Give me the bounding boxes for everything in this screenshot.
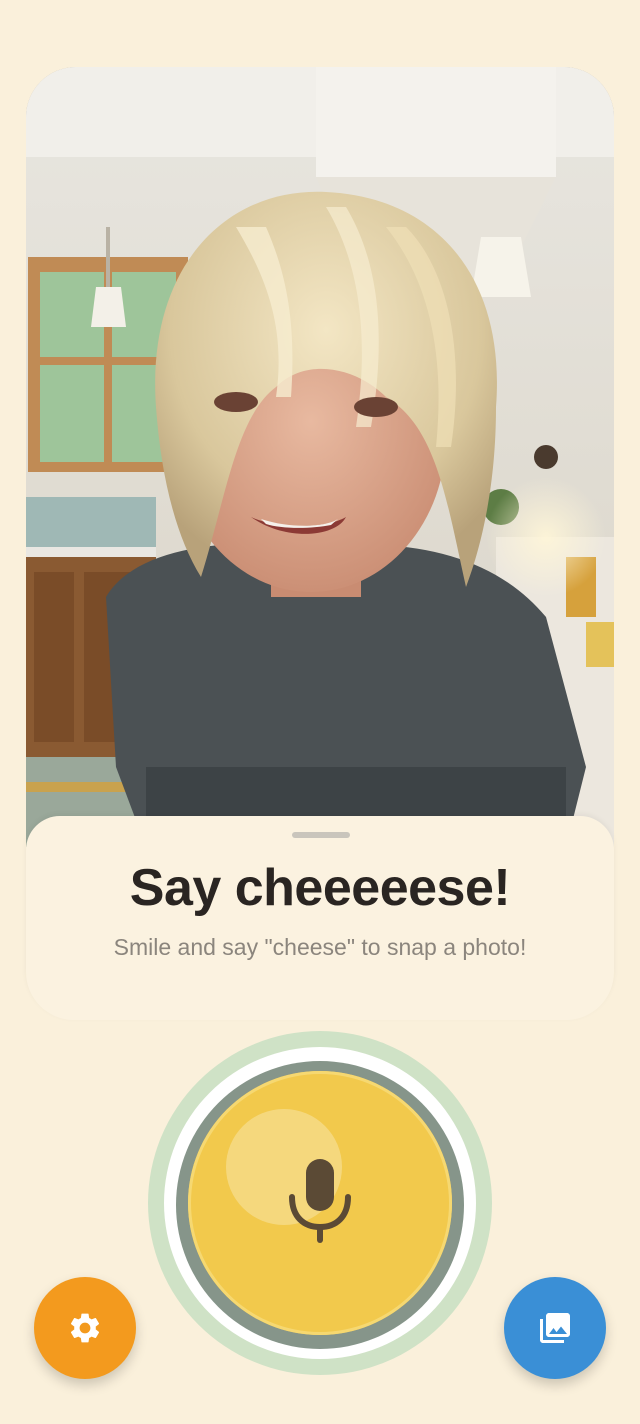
camera-feed-image <box>26 67 614 847</box>
gear-icon <box>70 1313 100 1343</box>
prompt-card: Say cheeeeese! Smile and say "cheese" to… <box>26 816 614 1020</box>
app-screen: Say cheeeeese! Smile and say "cheese" to… <box>0 0 640 1424</box>
drag-handle[interactable] <box>292 832 350 838</box>
gallery-button[interactable] <box>504 1277 606 1379</box>
microphone-icon <box>288 1159 352 1245</box>
gallery-icon <box>540 1313 570 1343</box>
settings-button[interactable] <box>34 1277 136 1379</box>
prompt-subtitle: Smile and say "cheese" to snap a photo! <box>113 934 527 960</box>
mic-button[interactable] <box>188 1071 452 1335</box>
voice-shutter-control <box>148 1031 492 1375</box>
camera-preview <box>26 67 614 847</box>
prompt-title: Say cheeeeese! <box>129 859 511 917</box>
